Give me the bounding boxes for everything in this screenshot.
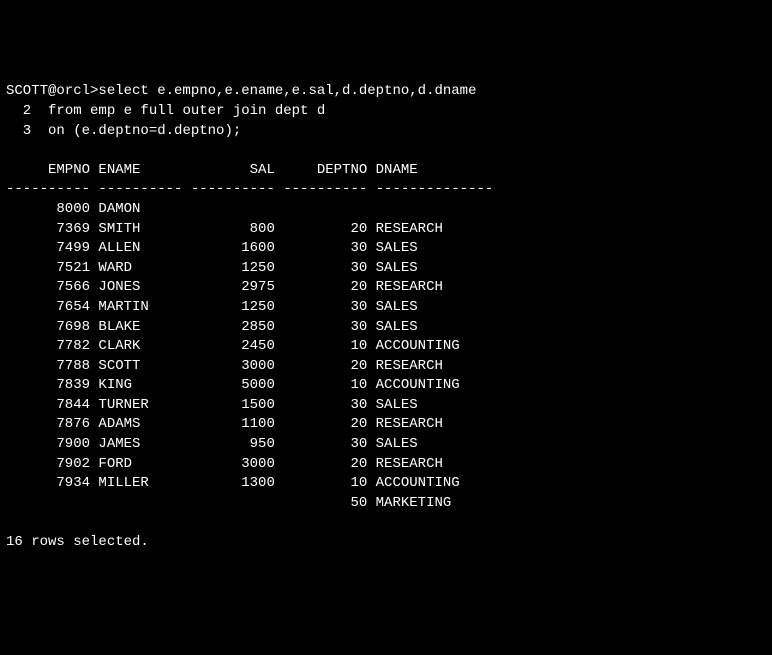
result-separator: ---------- ---------- ---------- -------…: [6, 181, 493, 197]
sql-prompt[interactable]: SCOTT@orcl>select e.empno,e.ename,e.sal,…: [6, 83, 476, 99]
result-header: EMPNO ENAME SAL DEPTNO DNAME: [6, 162, 418, 178]
sql-continuation-line: 3 on (e.deptno=d.deptno);: [6, 123, 241, 139]
result-rows: 8000 DAMON 7369 SMITH 800 20 RESEARCH 74…: [6, 201, 460, 511]
result-footer: 16 rows selected.: [6, 534, 149, 550]
sql-terminal-output: SCOTT@orcl>select e.empno,e.ename,e.sal,…: [6, 82, 766, 552]
sql-continuation-line: 2 from emp e full outer join dept d: [6, 103, 325, 119]
